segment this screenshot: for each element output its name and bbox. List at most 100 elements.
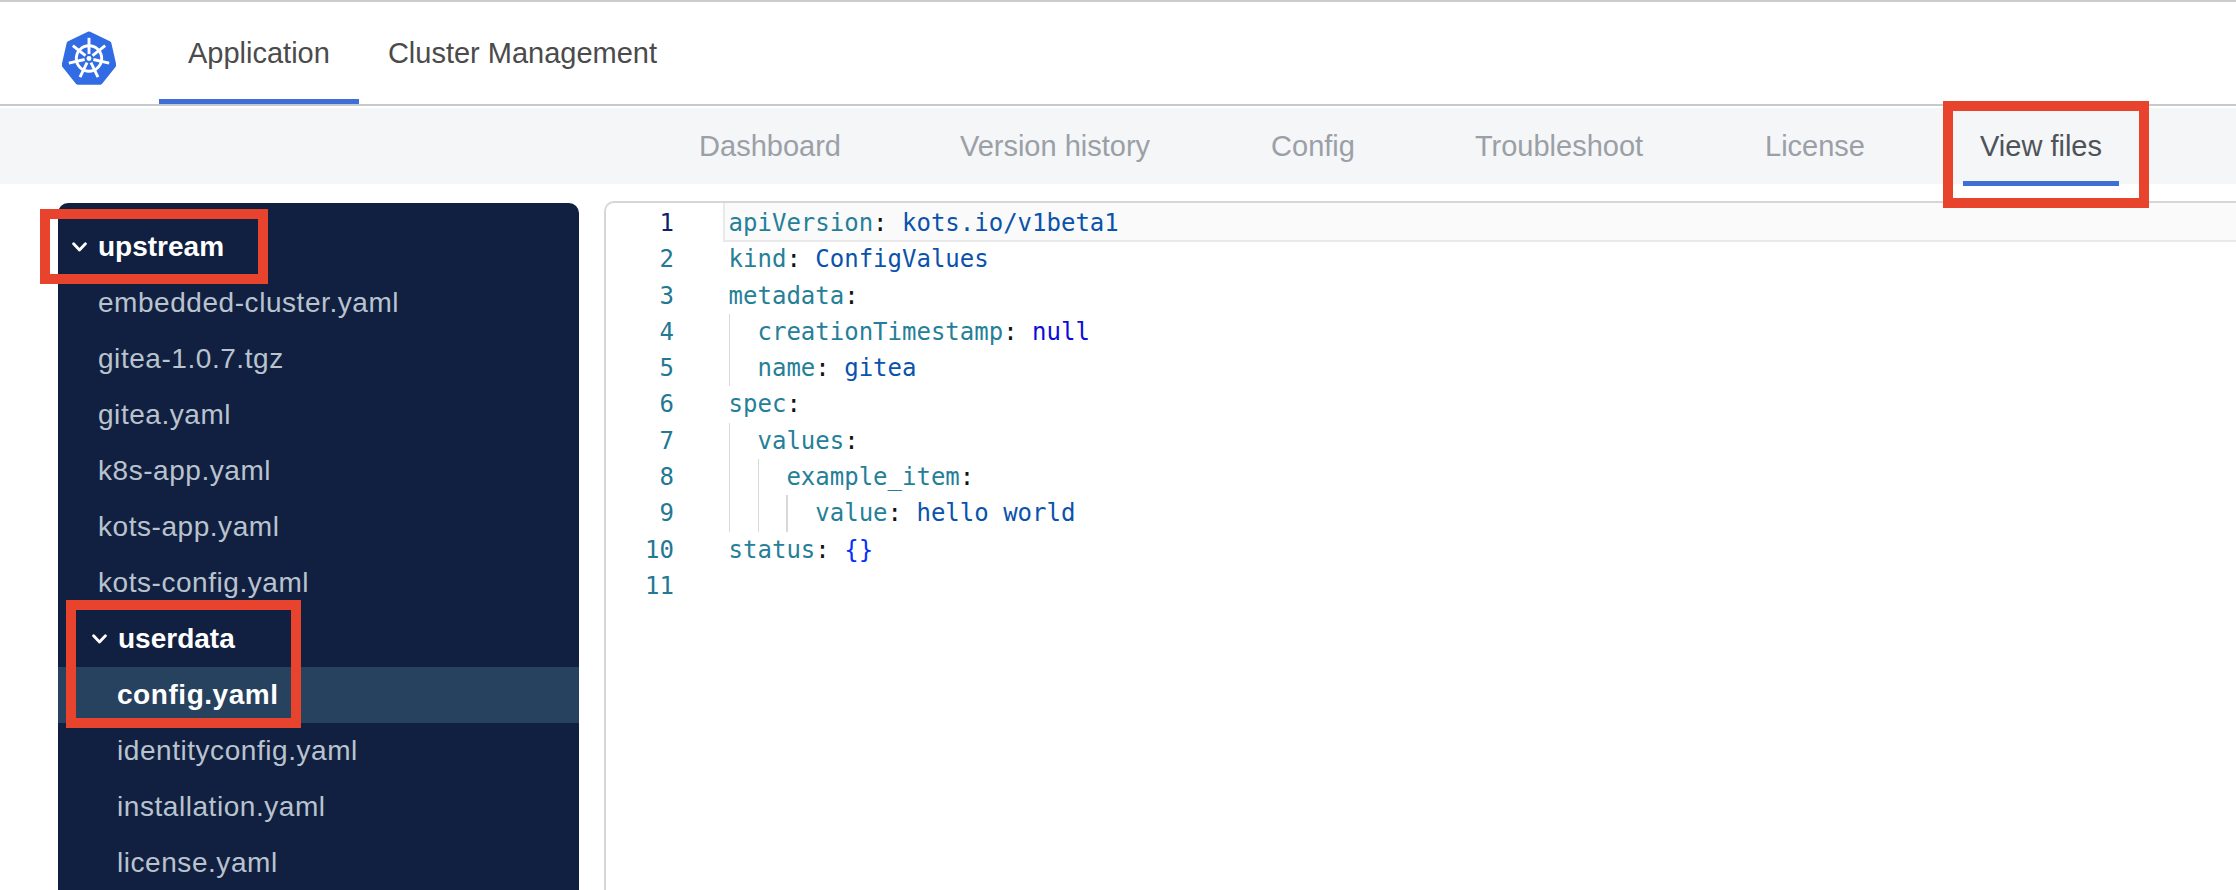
file-label: gitea.yaml — [98, 399, 231, 431]
token-punct: : — [1003, 318, 1017, 346]
token-bracket: {} — [844, 536, 873, 564]
line-number: 5 — [606, 350, 674, 386]
token-value: ConfigValues — [815, 245, 988, 273]
header-tab-label: Cluster Management — [388, 37, 657, 70]
tree-item-config.yaml[interactable]: config.yaml — [58, 667, 579, 723]
kots-admin-console: Application Cluster Management Dashboard V… — [0, 0, 2236, 890]
subnav-tab-label: Version history — [960, 130, 1150, 163]
code-line-7: 7 values: — [606, 423, 2236, 459]
code-line-text: value: hello world — [729, 495, 1076, 531]
tree-item-upstream[interactable]: upstream — [58, 219, 579, 275]
line-number: 9 — [606, 495, 674, 531]
header-tab-cluster-management[interactable]: Cluster Management — [359, 2, 686, 104]
token-plain — [888, 209, 902, 237]
subnav-tab-label: View files — [1980, 130, 2102, 163]
token-key: kind — [729, 245, 787, 273]
tree-item-gitea-1.0.7.tgz[interactable]: gitea-1.0.7.tgz — [58, 331, 579, 387]
tree-item-installation.yaml[interactable]: installation.yaml — [58, 779, 579, 835]
token-punct: : — [960, 463, 974, 491]
yaml-code-editor[interactable]: 1 apiVersion: kots.io/v1beta12kind: Confi… — [604, 201, 2236, 890]
app-header: Application Cluster Management — [0, 2, 2236, 106]
token-keyword: null — [1032, 318, 1090, 346]
code-line-6: 6 spec: — [606, 386, 2236, 422]
code-line-4: 4 creationTimestamp: null — [606, 314, 2236, 350]
file-label: license.yaml — [117, 847, 278, 879]
code-line-text: name: gitea — [729, 350, 917, 386]
subnav-tab-label: Config — [1271, 130, 1355, 163]
file-label: k8s-app.yaml — [98, 455, 271, 487]
token-punct: : — [888, 499, 902, 527]
code-line-text: kind: ConfigValues — [729, 241, 989, 277]
token-key: value — [815, 499, 887, 527]
token-key: name — [758, 354, 816, 382]
code-line-10: 10status: {} — [606, 532, 2236, 568]
code-line-9: 9 value: hello world — [606, 495, 2236, 531]
token-plain — [830, 354, 844, 382]
subnav-tab-view-files[interactable]: View files — [1963, 108, 2119, 184]
subnav-tab-label: Troubleshoot — [1475, 130, 1643, 163]
header-tabs: Application Cluster Management — [159, 2, 686, 104]
token-plain — [902, 499, 916, 527]
code-line-text: example_item: — [729, 459, 975, 495]
tree-item-userdata[interactable]: userdata — [58, 611, 579, 667]
token-plain — [830, 536, 844, 564]
code-line-8: 8 example_item: — [606, 459, 2236, 495]
header-tab-label: Application — [188, 37, 330, 70]
token-key: metadata — [729, 282, 845, 310]
header-tab-application[interactable]: Application — [159, 2, 359, 104]
subnav-tab-label: Dashboard — [699, 130, 841, 163]
file-label: installation.yaml — [117, 791, 326, 823]
kubernetes-logo-icon — [62, 29, 116, 88]
tree-item-gitea.yaml[interactable]: gitea.yaml — [58, 387, 579, 443]
file-tree-sidebar: upstream embedded-cluster.yaml gitea-1.0.7… — [58, 203, 579, 890]
code-line-text: spec: — [729, 386, 801, 422]
line-number: 11 — [606, 568, 674, 604]
subnav-tab-license[interactable]: License — [1748, 108, 1882, 184]
chevron-down-icon — [92, 634, 107, 644]
token-value: kots.io/v1beta1 — [902, 209, 1119, 237]
file-label: kots-config.yaml — [98, 567, 309, 599]
subnav-tab-dashboard[interactable]: Dashboard — [682, 108, 858, 184]
token-punct: : — [873, 209, 887, 237]
line-number: 8 — [606, 459, 674, 495]
subnav-tab-troubleshoot[interactable]: Troubleshoot — [1458, 108, 1660, 184]
tree-item-k8s-app.yaml[interactable]: k8s-app.yaml — [58, 443, 579, 499]
code-line-1: 1 apiVersion: kots.io/v1beta1 — [606, 205, 2236, 241]
token-key: creationTimestamp — [758, 318, 1004, 346]
file-label: embedded-cluster.yaml — [98, 287, 399, 319]
tree-item-identityconfig.yaml[interactable]: identityconfig.yaml — [58, 723, 579, 779]
code-line-text: creationTimestamp: null — [729, 314, 1090, 350]
token-value: hello world — [916, 499, 1075, 527]
token-plain — [801, 245, 815, 273]
line-number: 10 — [606, 532, 674, 568]
tree-item-embedded-cluster.yaml[interactable]: embedded-cluster.yaml — [58, 275, 579, 331]
line-number: 4 — [606, 314, 674, 350]
line-number: 3 — [606, 278, 674, 314]
code-line-5: 5 name: gitea — [606, 350, 2236, 386]
subnav-tab-config[interactable]: Config — [1254, 108, 1372, 184]
token-punct: : — [786, 245, 800, 273]
line-number: 6 — [606, 386, 674, 422]
tree-item-license.yaml[interactable]: license.yaml — [58, 835, 579, 890]
token-punct: : — [844, 427, 858, 455]
token-punct: : — [815, 354, 829, 382]
tree-item-kots-app.yaml[interactable]: kots-app.yaml — [58, 499, 579, 555]
token-key: spec — [729, 390, 787, 418]
folder-label: upstream — [98, 231, 224, 263]
chevron-down-icon — [72, 242, 87, 252]
token-punct: : — [844, 282, 858, 310]
code-line-11: 11 — [606, 568, 2236, 604]
token-plain — [1018, 318, 1032, 346]
token-value: gitea — [844, 354, 916, 382]
tree-item-kots-config.yaml[interactable]: kots-config.yaml — [58, 555, 579, 611]
subnav-tab-version-history[interactable]: Version history — [943, 108, 1167, 184]
file-label: identityconfig.yaml — [117, 735, 358, 767]
subnav-tab-label: License — [1765, 130, 1865, 163]
file-label: kots-app.yaml — [98, 511, 279, 543]
token-key: example_item — [786, 463, 959, 491]
app-subnav: Dashboard Version history Config Troublesho… — [0, 108, 2236, 184]
code-line-text: apiVersion: kots.io/v1beta1 — [729, 205, 1119, 241]
folder-label: userdata — [118, 623, 235, 655]
code-line-2: 2kind: ConfigValues — [606, 241, 2236, 277]
line-number: 1 — [606, 205, 674, 241]
